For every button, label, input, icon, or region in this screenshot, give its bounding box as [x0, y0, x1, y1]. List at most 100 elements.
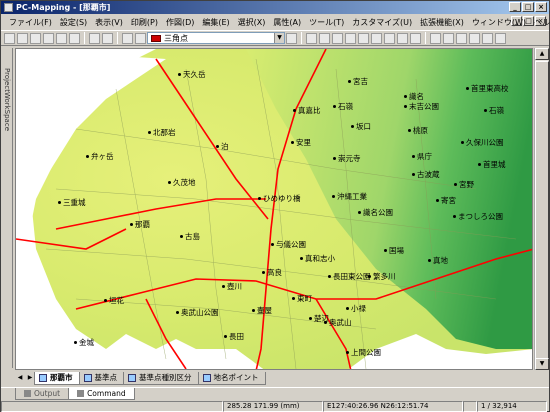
new-file-icon[interactable] — [4, 32, 15, 44]
layer-visibility-icon[interactable] — [135, 32, 146, 44]
project-workspace-label: ProjectWorkSpace — [3, 68, 11, 132]
status-bar: 285.28 171.99 (mm) E127:40:26.96 N26:12:… — [1, 400, 549, 412]
map-label: 長田東公園 — [328, 271, 371, 282]
table-icon — [128, 373, 136, 382]
map-label: 弁ヶ岳 — [86, 151, 114, 162]
map-label: 古波蔵 — [412, 169, 440, 180]
map-sheet-icon — [39, 373, 47, 382]
doc-minimize-button[interactable]: _ — [511, 16, 522, 26]
tab-label: Command — [87, 389, 126, 398]
truck-icon[interactable] — [319, 32, 330, 44]
map-icon[interactable] — [384, 32, 395, 44]
map-label: 県庁 — [412, 151, 432, 162]
tab-place-name-points[interactable]: 地名ポイント — [197, 371, 266, 385]
menu-settings[interactable]: 設定(S) — [56, 17, 91, 28]
map-canvas[interactable] — [16, 49, 533, 370]
map-label: 識名公園 — [358, 207, 393, 218]
map-label: 奥武山 — [324, 317, 352, 328]
map-label: 国場 — [384, 245, 404, 256]
scroll-thumb[interactable] — [535, 61, 549, 361]
text-icon[interactable] — [469, 32, 480, 44]
align-center-icon[interactable] — [443, 32, 454, 44]
map-label: 識名 — [404, 91, 424, 102]
tab-command[interactable]: Command — [68, 388, 135, 400]
map-label: 寄宮 — [436, 195, 456, 206]
table-icon — [202, 373, 211, 382]
menu-attribute[interactable]: 属性(A) — [269, 17, 305, 28]
doc-restore-button[interactable]: □ — [523, 16, 534, 26]
map-label: 真地 — [428, 255, 448, 266]
properties-icon[interactable] — [89, 32, 100, 44]
map-view[interactable]: 天久岳 宮吉 首里東高校 真嘉比 石嶺 末吉公園 識名 石嶺 北那岩 安里 坂口… — [15, 48, 533, 370]
map-label: 石嶺 — [333, 101, 353, 112]
project-workspace-tab[interactable]: ProjectWorkSpace — [1, 48, 13, 368]
map-label: 泊 — [216, 141, 229, 152]
window-title: PC-Mapping - [那覇市] — [16, 3, 111, 12]
align-left-icon[interactable] — [430, 32, 441, 44]
status-coordinates: 285.28 171.99 (mm) — [223, 400, 323, 412]
map-label: 奥武山公園 — [176, 307, 219, 318]
map-label: 沖縄工業 — [332, 191, 367, 202]
print-icon[interactable] — [56, 32, 67, 44]
tab-reference-points[interactable]: 基準点 — [78, 371, 124, 385]
menu-draw[interactable]: 作図(D) — [162, 17, 198, 28]
align-right-icon[interactable] — [456, 32, 467, 44]
grid-icon[interactable] — [410, 32, 421, 44]
save-all-icon[interactable] — [43, 32, 54, 44]
map-label: 真嘉比 — [293, 105, 321, 116]
close-button[interactable]: × — [535, 2, 547, 12]
tab-naha[interactable]: 那覇市 — [34, 371, 80, 385]
map-label: 与儀公園 — [271, 239, 306, 250]
print-preview-icon[interactable] — [69, 32, 80, 44]
scroll-down-icon[interactable]: ▼ — [535, 358, 549, 370]
scroll-up-icon[interactable]: ▲ — [535, 48, 549, 60]
tab-label: 基準点種別区分 — [139, 373, 192, 382]
map-label: 上間公園 — [346, 347, 381, 358]
menu-extensions[interactable]: 拡張機能(X) — [416, 17, 468, 28]
maximize-button[interactable]: □ — [522, 2, 534, 12]
open-folder-icon[interactable] — [17, 32, 28, 44]
map-label: 東町 — [292, 293, 312, 304]
menu-customize[interactable]: カスタマイズ(U) — [348, 17, 416, 28]
chart-icon[interactable] — [495, 32, 506, 44]
map-label: 安里 — [291, 137, 311, 148]
map-label: 古島 — [180, 231, 200, 242]
app-window: PC-Mapping - [那覇市] _ □ × ファイル(F) 設定(S) 表… — [0, 0, 550, 412]
chevron-down-icon[interactable]: ▼ — [274, 33, 284, 43]
car-icon[interactable] — [345, 32, 356, 44]
toolbar-separator — [117, 32, 118, 44]
menu-print[interactable]: 印刷(P) — [127, 17, 162, 28]
tab-label: Output — [34, 389, 61, 398]
route-icon[interactable] — [397, 32, 408, 44]
status-message — [1, 400, 223, 412]
save-icon[interactable] — [30, 32, 41, 44]
vertical-scrollbar[interactable]: ▲ ▼ — [534, 48, 549, 370]
building-icon[interactable] — [358, 32, 369, 44]
pen-icon[interactable] — [102, 32, 113, 44]
menu-tools[interactable]: ツール(T) — [305, 17, 348, 28]
attribute-icon[interactable] — [286, 32, 297, 44]
map-label: まつしろ公園 — [453, 211, 503, 222]
toolbar-separator — [425, 32, 426, 44]
minimize-button[interactable]: _ — [509, 2, 521, 12]
map-label: 石嶺 — [484, 105, 504, 116]
table-icon[interactable] — [482, 32, 493, 44]
layers-icon[interactable] — [122, 32, 133, 44]
home-icon[interactable] — [371, 32, 382, 44]
layer-select[interactable]: 三角点 ▼ — [147, 32, 285, 44]
map-label: 坂口 — [351, 121, 371, 132]
bus-icon[interactable] — [332, 32, 343, 44]
menu-select[interactable]: 選択(X) — [234, 17, 270, 28]
doc-close-button[interactable]: × — [535, 16, 546, 26]
tab-reference-point-types[interactable]: 基準点種別区分 — [123, 371, 199, 385]
tab-prev-icon[interactable]: ◀ — [15, 372, 25, 384]
map-label: 桃原 — [408, 125, 428, 136]
train-icon[interactable] — [306, 32, 317, 44]
menu-edit[interactable]: 編集(E) — [198, 17, 233, 28]
menu-view[interactable]: 表示(V) — [91, 17, 127, 28]
map-label: 繁多川 — [368, 271, 396, 282]
map-label: 宮吉 — [348, 76, 368, 87]
menu-file[interactable]: ファイル(F) — [5, 17, 56, 28]
map-label: 高良 — [262, 267, 282, 278]
tab-output[interactable]: Output — [15, 388, 70, 400]
